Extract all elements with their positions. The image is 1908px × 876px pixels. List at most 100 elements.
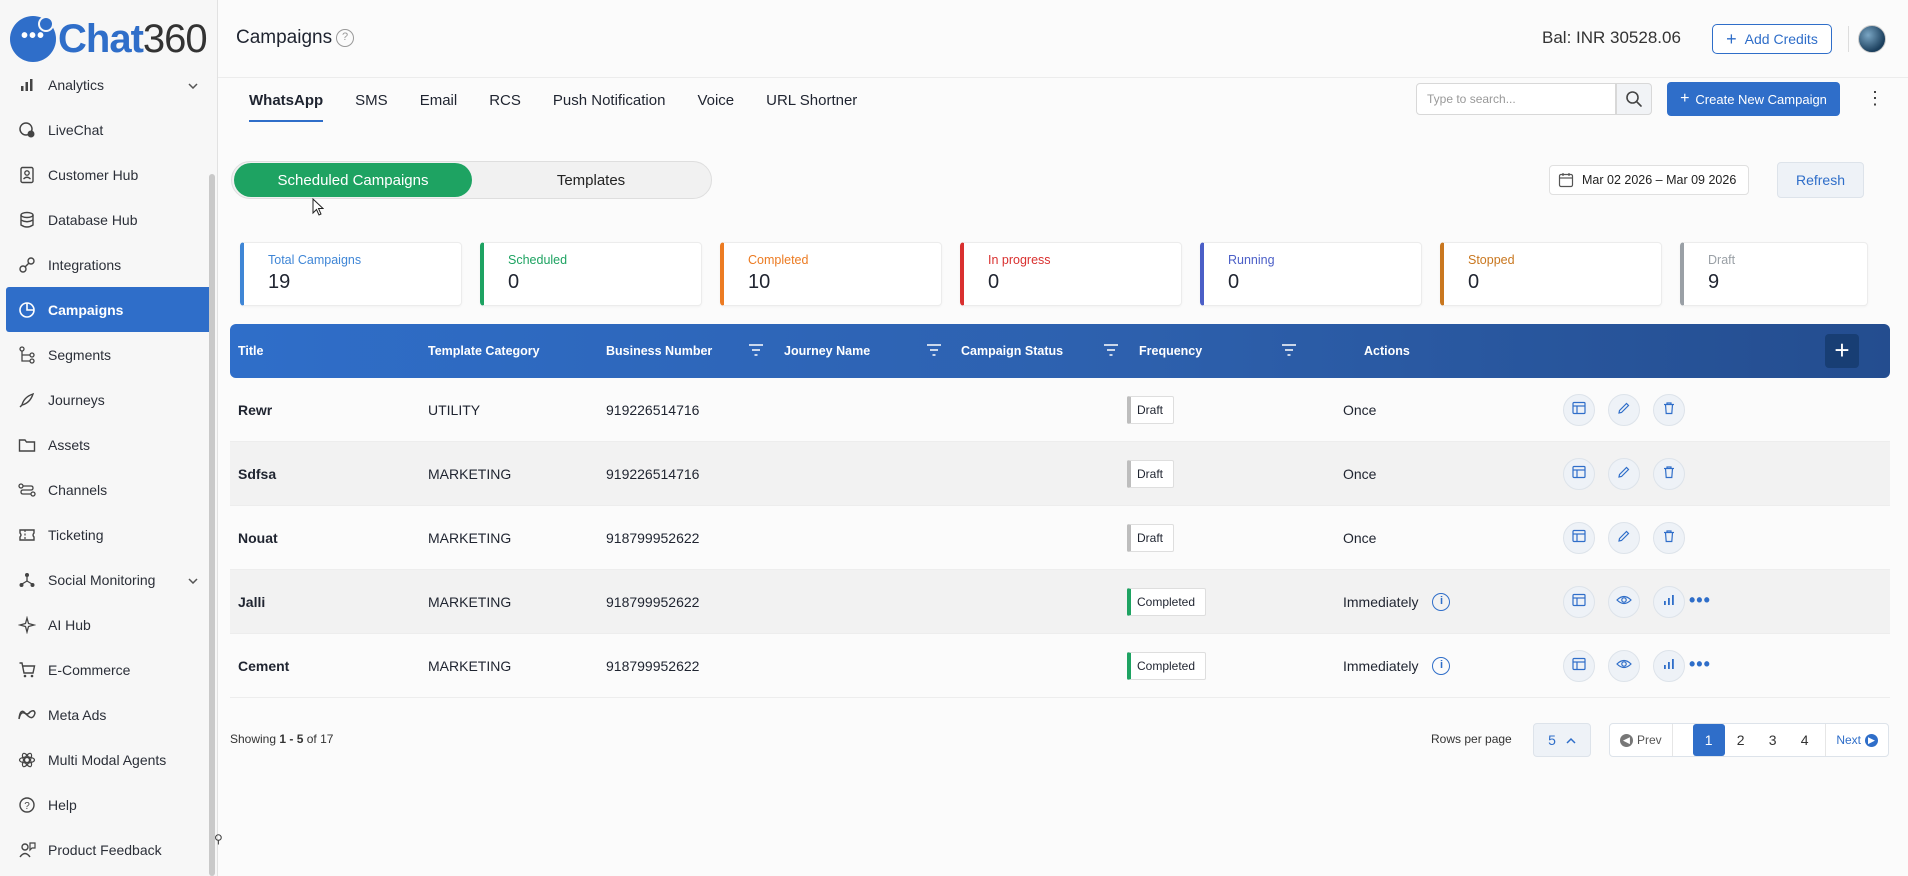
create-new-campaign-button[interactable]: + Create New Campaign (1667, 82, 1840, 116)
filter-icon[interactable] (926, 343, 942, 357)
stat-card-completed[interactable]: Completed 10 (720, 242, 942, 306)
date-range-picker[interactable]: Mar 02 2026 – Mar 09 2026 (1549, 165, 1749, 195)
page-4-button[interactable]: 4 (1789, 724, 1821, 756)
arrow-right-icon: ▶ (1865, 733, 1878, 747)
search-button[interactable] (1616, 83, 1652, 115)
tab-rcs[interactable]: RCS (489, 88, 521, 122)
sidebar-item-meta-ads[interactable]: Meta Ads (6, 692, 212, 737)
sidebar-scrollbar[interactable] (209, 174, 215, 876)
more-options-icon[interactable]: ⋮ (1866, 88, 1884, 108)
more-icon[interactable]: ••• (1689, 655, 1711, 673)
edit-button[interactable] (1608, 394, 1640, 426)
view-layout-button[interactable] (1563, 586, 1595, 618)
tab-url-shortner[interactable]: URL Shortner (766, 88, 857, 122)
analytics-button[interactable] (1653, 586, 1685, 618)
next-page-button[interactable]: Next ▶ (1825, 724, 1888, 756)
more-icon[interactable]: ••• (1689, 591, 1711, 609)
preview-button[interactable] (1608, 586, 1640, 618)
trash-icon (1662, 401, 1676, 420)
sidebar-item-ai-hub[interactable]: AI Hub (6, 602, 212, 647)
templates-toggle[interactable]: Templates (472, 163, 710, 197)
scheduled-campaigns-toggle[interactable]: Scheduled Campaigns (234, 163, 472, 197)
edit-button[interactable] (1608, 458, 1640, 490)
page-1-button[interactable]: 1 (1692, 724, 1725, 756)
sidebar-item-analytics[interactable]: Analytics (6, 62, 212, 107)
trash-icon (1662, 529, 1676, 548)
column-business-number[interactable]: Business Number (606, 324, 712, 378)
analytics-button[interactable] (1653, 650, 1685, 682)
info-icon[interactable]: i (1432, 593, 1451, 611)
edit-button[interactable] (1608, 522, 1640, 554)
info-icon[interactable]: i (1432, 657, 1451, 675)
view-layout-button[interactable] (1563, 458, 1595, 490)
column-title[interactable]: Title (238, 324, 263, 378)
channels-icon (16, 479, 38, 501)
view-layout-button[interactable] (1563, 650, 1595, 682)
chevron-down-icon[interactable] (188, 573, 198, 587)
help-icon[interactable]: ? (336, 29, 354, 47)
cell-template-category: MARKETING (428, 594, 512, 610)
stat-card-stopped[interactable]: Stopped 0 (1440, 242, 1662, 306)
sidebar-item-journeys[interactable]: Journeys (6, 377, 212, 422)
sidebar-item-label: Campaigns (48, 301, 124, 318)
add-credits-button[interactable]: + Add Credits (1712, 24, 1832, 54)
column-frequency[interactable]: Frequency (1139, 324, 1202, 378)
page-2-button[interactable]: 2 (1725, 724, 1757, 756)
user-avatar[interactable] (1858, 25, 1886, 53)
tab-whatsapp[interactable]: WhatsApp (249, 88, 324, 122)
add-column-button[interactable]: + (1825, 334, 1859, 368)
tab-push-notification[interactable]: Push Notification (553, 88, 666, 122)
sidebar-item-segments[interactable]: Segments (6, 332, 212, 377)
delete-button[interactable] (1653, 394, 1685, 426)
chat360-logo[interactable]: ••• Chat360 (10, 16, 208, 62)
tab-sms[interactable]: SMS (355, 88, 388, 122)
stat-card-total-campaigns[interactable]: Total Campaigns 19 (240, 242, 462, 306)
pin-icon[interactable]: ⚲ (214, 832, 223, 846)
sidebar-item-ticketing[interactable]: Ticketing (6, 512, 212, 557)
stat-card-scheduled[interactable]: Scheduled 0 (480, 242, 702, 306)
tab-voice[interactable]: Voice (697, 88, 734, 122)
view-layout-button[interactable] (1563, 394, 1595, 426)
sidebar-item-integrations[interactable]: Integrations (6, 242, 212, 287)
tab-email[interactable]: Email (420, 88, 458, 122)
sidebar-item-customer-hub[interactable]: Customer Hub (6, 152, 212, 197)
rows-per-page-select[interactable]: 5 (1533, 723, 1591, 757)
sidebar-item-social-monitoring[interactable]: Social Monitoring (6, 557, 212, 602)
stat-card-draft[interactable]: Draft 9 (1680, 242, 1868, 306)
sidebar-item-help[interactable]: ? Help (6, 782, 212, 827)
filter-icon[interactable] (748, 343, 764, 357)
table-row[interactable]: Rewr UTILITY 919226514716 Draft Once (230, 378, 1890, 442)
calendar-icon (1558, 173, 1574, 188)
column-campaign-status[interactable]: Campaign Status (961, 324, 1063, 378)
sidebar-item-assets[interactable]: Assets (6, 422, 212, 467)
stat-value: 10 (748, 271, 771, 293)
prev-page-button[interactable]: ◀ Prev (1610, 724, 1673, 756)
filter-icon[interactable] (1281, 343, 1297, 357)
table-row[interactable]: Jalli MARKETING 918799952622 Completed Immed… (230, 570, 1890, 634)
sidebar-item-livechat[interactable]: LiveChat (6, 107, 212, 152)
analytics-icon (1662, 657, 1676, 676)
stat-card-in-progress[interactable]: In progress 0 (960, 242, 1182, 306)
sidebar-item-e-commerce[interactable]: E-Commerce (6, 647, 212, 692)
table-row[interactable]: Sdfsa MARKETING 919226514716 Draft Once (230, 442, 1890, 506)
sidebar-item-product-feedback[interactable]: Product Feedback (6, 827, 212, 872)
sidebar-item-multi-modal-agents[interactable]: Multi Modal Agents (6, 737, 212, 782)
top-bar: Campaigns ? Bal: INR 30528.06 + Add Cred… (218, 0, 1908, 78)
sidebar-item-channels[interactable]: Channels (6, 467, 212, 512)
sidebar-item-campaigns[interactable]: Campaigns (6, 287, 212, 332)
table-row[interactable]: Cement MARKETING 918799952622 Completed Imme… (230, 634, 1890, 698)
stat-card-running[interactable]: Running 0 (1200, 242, 1422, 306)
filter-icon[interactable] (1103, 343, 1119, 357)
search-input[interactable] (1416, 83, 1616, 115)
view-layout-button[interactable] (1563, 522, 1595, 554)
table-row[interactable]: Nouat MARKETING 918799952622 Draft Once (230, 506, 1890, 570)
refresh-button[interactable]: Refresh (1777, 162, 1864, 198)
delete-button[interactable] (1653, 522, 1685, 554)
page-3-button[interactable]: 3 (1757, 724, 1789, 756)
column-journey-name[interactable]: Journey Name (784, 324, 870, 378)
chevron-down-icon[interactable] (188, 78, 198, 92)
sidebar-item-database-hub[interactable]: Database Hub (6, 197, 212, 242)
delete-button[interactable] (1653, 458, 1685, 490)
column-template-category[interactable]: Template Category (428, 324, 540, 378)
preview-button[interactable] (1608, 650, 1640, 682)
